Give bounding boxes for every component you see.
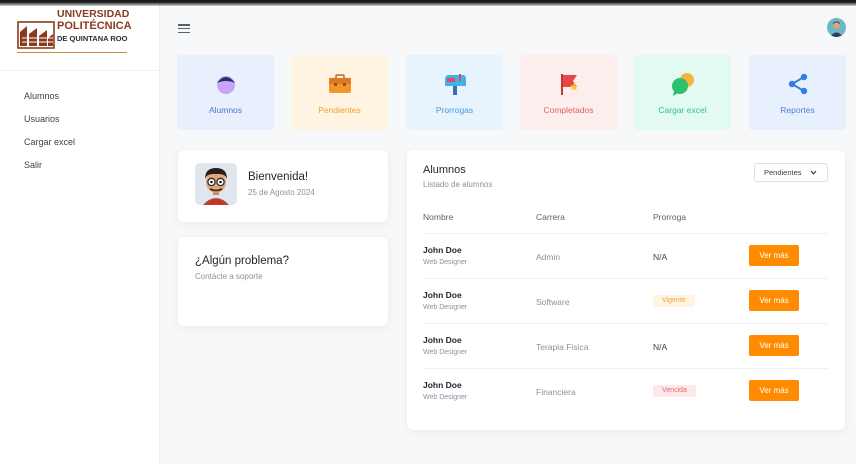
sidebar-divider bbox=[0, 70, 160, 71]
table-row: John Doe Web Designer Financiera Vencida… bbox=[407, 369, 845, 414]
support-title: ¿Algún problema? bbox=[195, 255, 289, 267]
welcome-title: Bienvenida! bbox=[248, 171, 309, 183]
sidebar-item-cargar-excel[interactable]: Cargar excel bbox=[24, 136, 75, 159]
sidebar-item-usuarios[interactable]: Usuarios bbox=[24, 113, 75, 136]
user-avatar[interactable] bbox=[827, 18, 846, 37]
card-alumnos-label: Alumnos bbox=[208, 105, 243, 115]
student-name: John Doe bbox=[423, 380, 462, 390]
cartoon-avatar-icon bbox=[203, 168, 229, 205]
card-alumnos[interactable]: Alumnos bbox=[177, 55, 274, 130]
student-carrera: Admin bbox=[536, 252, 561, 262]
ver-mas-button[interactable]: Ver más bbox=[749, 380, 799, 401]
student-role: Web Designer bbox=[423, 349, 468, 356]
table-title: Alumnos bbox=[423, 164, 466, 176]
card-cargar-excel-label: Cargar excel bbox=[658, 105, 707, 115]
support-subtitle: Contácte a soporte bbox=[195, 272, 263, 281]
mailbox-icon bbox=[444, 74, 466, 95]
support-panel[interactable]: ¿Algún problema? Contácte a soporte bbox=[178, 237, 388, 326]
sidebar-item-salir[interactable]: Salir bbox=[24, 159, 75, 182]
card-prorrogas[interactable]: Prorrogas bbox=[406, 55, 503, 130]
logo-line-2: POLITÉCNICA bbox=[57, 20, 132, 32]
chevron-down-icon bbox=[810, 170, 817, 175]
chat-bubbles-icon bbox=[671, 73, 694, 96]
status-filter-dropdown[interactable]: Pendientes bbox=[754, 163, 828, 182]
logo-line-1: UNIVERSIDAD bbox=[57, 8, 130, 20]
ver-mas-button[interactable]: Ver más bbox=[749, 335, 799, 356]
card-pendientes[interactable]: Pendientes bbox=[291, 55, 388, 130]
sidebar-nav: Alumnos Usuarios Cargar excel Salir bbox=[24, 90, 75, 182]
card-completados-label: Completados bbox=[543, 105, 594, 115]
card-reportes-label: Reportes bbox=[780, 105, 815, 115]
card-completados[interactable]: Completados bbox=[520, 55, 617, 130]
student-carrera: Terapia Fisica bbox=[536, 342, 589, 352]
student-role: Web Designer bbox=[423, 259, 468, 266]
hamburger-menu-icon[interactable] bbox=[178, 24, 190, 34]
table-subtitle: Listado de alumnos bbox=[423, 180, 493, 189]
card-pendientes-label: Pendientes bbox=[318, 105, 361, 115]
student-role: Web Designer bbox=[423, 394, 468, 401]
user-avatar-icon bbox=[830, 21, 843, 37]
prorroga-status-badge: Vigente bbox=[653, 295, 695, 307]
status-filter-value: Pendientes bbox=[764, 168, 802, 177]
sidebar-item-alumnos[interactable]: Alumnos bbox=[24, 90, 75, 113]
top-bar-shadow bbox=[0, 0, 856, 6]
ver-mas-button[interactable]: Ver más bbox=[749, 290, 799, 311]
share-icon bbox=[788, 73, 807, 95]
column-header-carrera[interactable]: Carrera bbox=[536, 212, 565, 222]
logo-text: UNIVERSIDAD POLITÉCNICA DE QUINTANA ROO bbox=[57, 8, 132, 45]
sidebar: UNIVERSIDAD POLITÉCNICA DE QUINTANA ROO … bbox=[0, 0, 160, 464]
logo-line-3: DE QUINTANA ROO bbox=[57, 34, 128, 43]
briefcase-icon bbox=[328, 74, 351, 93]
card-reportes[interactable]: Reportes bbox=[749, 55, 846, 130]
student-prorroga: N/A bbox=[653, 252, 668, 262]
student-name: John Doe bbox=[423, 290, 462, 300]
column-header-prorroga[interactable]: Prorroga bbox=[653, 212, 686, 222]
table-row: John Doe Web Designer Software Vigente V… bbox=[407, 279, 845, 324]
student-role: Web Designer bbox=[423, 304, 468, 311]
student-icon bbox=[216, 76, 235, 94]
university-logo[interactable]: UNIVERSIDAD POLITÉCNICA DE QUINTANA ROO bbox=[17, 8, 132, 54]
ver-mas-button[interactable]: Ver más bbox=[749, 245, 799, 266]
student-prorroga: N/A bbox=[653, 342, 668, 352]
logo-mark-icon bbox=[17, 21, 55, 49]
column-header-nombre[interactable]: Nombre bbox=[423, 212, 453, 222]
top-header bbox=[160, 0, 856, 56]
student-carrera: Software bbox=[536, 297, 570, 307]
card-prorrogas-label: Prorrogas bbox=[435, 105, 474, 115]
prorroga-status-badge: Vencida bbox=[653, 385, 696, 397]
card-cargar-excel[interactable]: Cargar excel bbox=[634, 55, 731, 130]
table-row: John Doe Web Designer Terapia Fisica N/A… bbox=[407, 324, 845, 369]
students-table-panel: Alumnos Listado de alumnos Pendientes No… bbox=[407, 150, 845, 430]
student-name: John Doe bbox=[423, 245, 462, 255]
welcome-panel: Bienvenida! 25 de Agosto 2024 bbox=[178, 150, 388, 222]
flag-icon bbox=[560, 74, 578, 95]
student-name: John Doe bbox=[423, 335, 462, 345]
welcome-date: 25 de Agosto 2024 bbox=[248, 188, 315, 197]
table-row: John Doe Web Designer Admin N/A Ver más bbox=[407, 234, 845, 279]
welcome-avatar bbox=[195, 163, 237, 205]
logo-underline bbox=[17, 52, 127, 53]
student-carrera: Financiera bbox=[536, 387, 576, 397]
